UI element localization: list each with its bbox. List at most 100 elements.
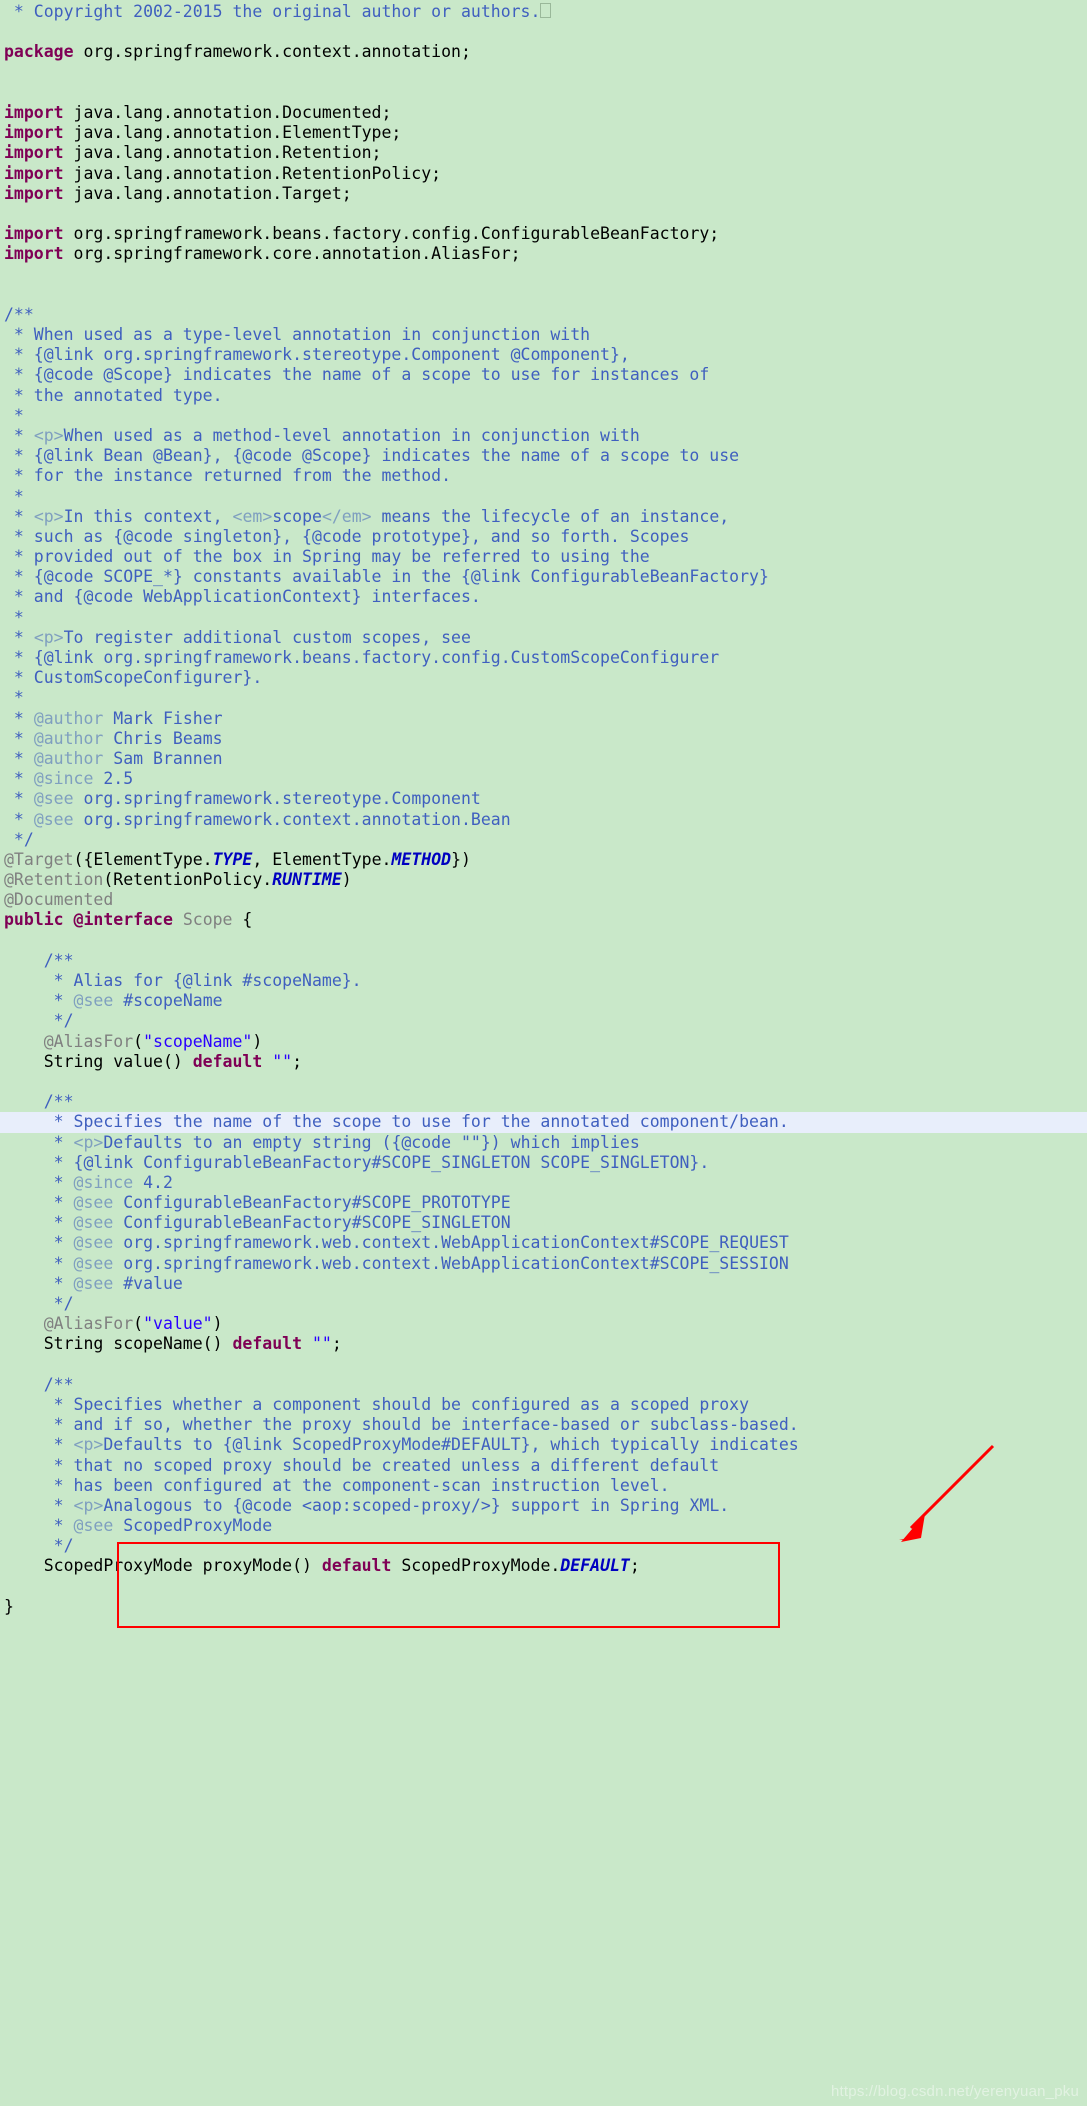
code-line[interactable]: * the annotated type. [0, 386, 1087, 406]
code-line[interactable]: @Target({ElementType.TYPE, ElementType.M… [0, 850, 1087, 870]
code-line[interactable]: * <p>To register additional custom scope… [0, 628, 1087, 648]
code-line[interactable] [0, 264, 1087, 284]
code-token-cm: * [4, 1516, 74, 1536]
code-line[interactable] [0, 931, 1087, 951]
code-line[interactable]: * {@code SCOPE_*} constants available in… [0, 567, 1087, 587]
code-line[interactable]: @Retention(RetentionPolicy.RUNTIME) [0, 870, 1087, 890]
code-line[interactable]: * {@link ConfigurableBeanFactory#SCOPE_S… [0, 1153, 1087, 1173]
code-line[interactable]: * and {@code WebApplicationContext} inte… [0, 587, 1087, 607]
code-line[interactable]: */ [0, 1536, 1087, 1556]
code-token-cm: */ [4, 1011, 74, 1031]
code-token-cm: * {@link org.springframework.beans.facto… [4, 648, 720, 667]
code-token-kw: import [4, 183, 64, 203]
code-token-cm: * {@code SCOPE_*} constants available in… [4, 567, 769, 587]
code-token-pl: java.lang.annotation.ElementType; [63, 123, 402, 143]
code-token-cmtag: @see [73, 1273, 114, 1293]
code-line[interactable]: String scopeName() default ""; [0, 1334, 1087, 1354]
code-line[interactable]: ScopedProxyMode proxyMode() default Scop… [0, 1556, 1087, 1576]
code-line[interactable]: * [0, 608, 1087, 628]
code-line[interactable]: } [0, 1597, 1087, 1617]
code-line[interactable]: @Documented [0, 890, 1087, 910]
code-line[interactable]: import org.springframework.beans.factory… [0, 224, 1087, 244]
code-line[interactable]: import org.springframework.core.annotati… [0, 244, 1087, 264]
code-line[interactable]: * provided out of the box in Spring may … [0, 547, 1087, 567]
code-line[interactable]: * @author Sam Brannen [0, 749, 1087, 769]
code-token-pl: ) [212, 1314, 223, 1334]
code-line[interactable]: @AliasFor("value") [0, 1314, 1087, 1334]
code-line[interactable]: package org.springframework.context.anno… [0, 42, 1087, 62]
code-line[interactable]: /** [0, 1375, 1087, 1395]
code-line[interactable]: */ [0, 1011, 1087, 1031]
code-token-cm: * [4, 627, 34, 647]
code-line[interactable]: * @see ConfigurableBeanFactory#SCOPE_SIN… [0, 1213, 1087, 1233]
code-line[interactable]: * such as {@code singleton}, {@code prot… [0, 527, 1087, 547]
code-line[interactable]: * <p>Defaults to {@link ScopedProxyMode#… [0, 1435, 1087, 1455]
code-line[interactable]: * @see ScopedProxyMode [0, 1516, 1087, 1536]
code-line[interactable]: * CustomScopeConfigurer}. [0, 668, 1087, 688]
code-token-pl: ScopedProxyMode. [391, 1556, 561, 1576]
code-token-pl: java.lang.annotation.Target; [63, 183, 352, 203]
code-line[interactable] [0, 285, 1087, 305]
code-line[interactable]: * @see #value [0, 1274, 1087, 1294]
code-line[interactable]: * {@link org.springframework.beans.facto… [0, 648, 1087, 668]
code-line[interactable] [0, 63, 1087, 83]
code-line[interactable]: * @see org.springframework.web.context.W… [0, 1233, 1087, 1253]
code-line[interactable]: /** [0, 951, 1087, 971]
code-line[interactable]: * <p>In this context, <em>scope</em> mea… [0, 507, 1087, 527]
code-line[interactable]: /** [0, 305, 1087, 325]
code-line[interactable]: */ [0, 1294, 1087, 1314]
code-line[interactable]: import java.lang.annotation.Target; [0, 184, 1087, 204]
code-line[interactable]: * @see ConfigurableBeanFactory#SCOPE_PRO… [0, 1193, 1087, 1213]
code-token-pl: ({ElementType. [73, 849, 213, 869]
code-line[interactable]: @AliasFor("scopeName") [0, 1032, 1087, 1052]
code-line[interactable] [0, 204, 1087, 224]
code-line[interactable]: * <p>Analogous to {@code <aop:scoped-pro… [0, 1496, 1087, 1516]
code-token-cm: org.springframework.web.context.WebAppli… [113, 1233, 789, 1253]
code-line[interactable]: * {@code @Scope} indicates the name of a… [0, 365, 1087, 385]
code-line[interactable]: import java.lang.annotation.RetentionPol… [0, 164, 1087, 184]
code-line[interactable]: * that no scoped proxy should be created… [0, 1456, 1087, 1476]
code-token-cm: * [4, 1273, 74, 1293]
code-line[interactable]: * [0, 487, 1087, 507]
code-line[interactable]: * [0, 688, 1087, 708]
code-line[interactable]: * and if so, whether the proxy should be… [0, 1415, 1087, 1435]
code-line[interactable]: * @author Mark Fisher [0, 709, 1087, 729]
code-line[interactable]: * Alias for {@link #scopeName}. [0, 971, 1087, 991]
code-token-cm: * [4, 1193, 74, 1213]
code-line[interactable]: * @see org.springframework.web.context.W… [0, 1254, 1087, 1274]
code-line[interactable]: import java.lang.annotation.Documented; [0, 103, 1087, 123]
code-line[interactable]: * Specifies whether a component should b… [0, 1395, 1087, 1415]
code-line[interactable]: String value() default ""; [0, 1052, 1087, 1072]
code-line[interactable]: import java.lang.annotation.Retention; [0, 143, 1087, 163]
code-line[interactable]: * <p>When used as a method-level annotat… [0, 426, 1087, 446]
code-token-cm: /** [4, 1374, 74, 1394]
code-token-cm: means the lifecycle of an instance, [371, 506, 730, 526]
code-line[interactable]: * @see #scopeName [0, 991, 1087, 1011]
source-code-listing[interactable]: * Copyright 2002-2015 the original autho… [0, 0, 1087, 1617]
end-of-line-marker-icon [540, 3, 552, 18]
code-line[interactable]: public @interface Scope { [0, 910, 1087, 930]
code-line[interactable]: * @since 2.5 [0, 769, 1087, 789]
code-line[interactable]: * for the instance returned from the met… [0, 466, 1087, 486]
code-line[interactable]: */ [0, 830, 1087, 850]
code-token-cm: In this context, [63, 506, 233, 526]
code-line[interactable] [0, 1072, 1087, 1092]
code-line[interactable] [0, 83, 1087, 103]
code-line[interactable]: * {@link org.springframework.stereotype.… [0, 345, 1087, 365]
code-line[interactable]: import java.lang.annotation.ElementType; [0, 123, 1087, 143]
code-line[interactable]: * has been configured at the component-s… [0, 1476, 1087, 1496]
code-line[interactable]: * When used as a type-level annotation i… [0, 325, 1087, 345]
code-line[interactable] [0, 1355, 1087, 1375]
code-line[interactable]: * {@link Bean @Bean}, {@code @Scope} ind… [0, 446, 1087, 466]
code-line[interactable]: /** [0, 1092, 1087, 1112]
code-line[interactable]: * @since 4.2 [0, 1173, 1087, 1193]
code-line[interactable] [0, 22, 1087, 42]
code-line[interactable]: * Copyright 2002-2015 the original autho… [0, 2, 1087, 22]
code-line[interactable]: * @author Chris Beams [0, 729, 1087, 749]
code-line[interactable] [0, 1577, 1087, 1597]
code-line[interactable]: * [0, 406, 1087, 426]
code-line[interactable]: * @see org.springframework.stereotype.Co… [0, 789, 1087, 809]
code-line[interactable]: * <p>Defaults to an empty string ({@code… [0, 1133, 1087, 1153]
code-line[interactable]: * Specifies the name of the scope to use… [0, 1112, 1087, 1133]
code-line[interactable]: * @see org.springframework.context.annot… [0, 810, 1087, 830]
